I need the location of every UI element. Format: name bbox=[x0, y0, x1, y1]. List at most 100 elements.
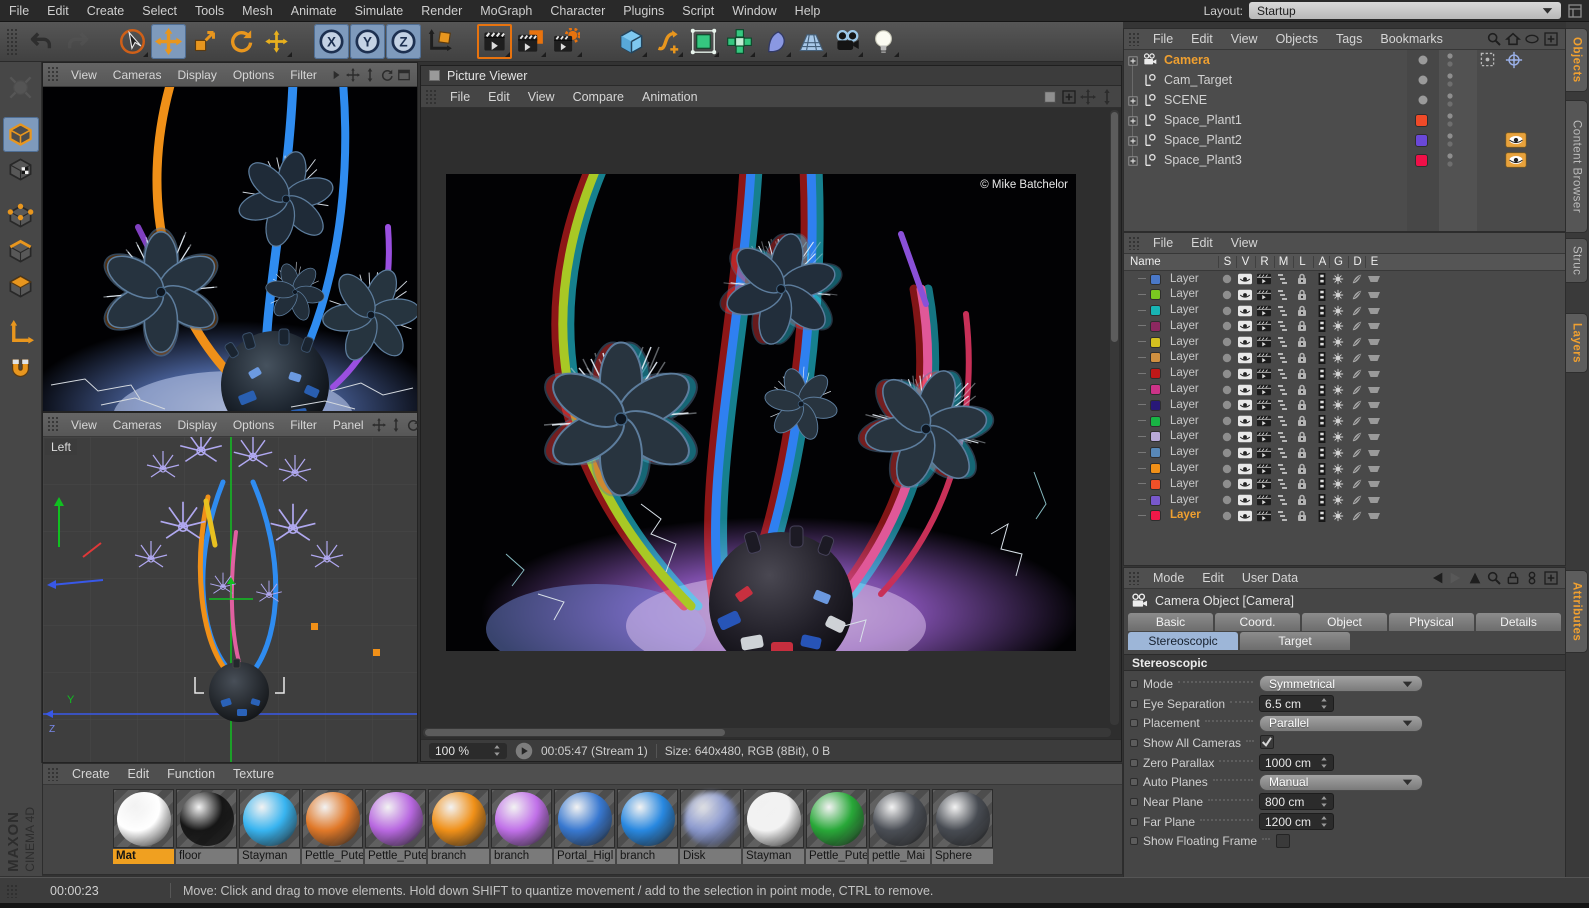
object-row[interactable]: Cam_Target bbox=[1124, 70, 1565, 90]
material-name[interactable]: Portal_Higl bbox=[554, 849, 615, 864]
layer-row[interactable]: Layer bbox=[1124, 318, 1565, 334]
menu-item[interactable]: View bbox=[63, 68, 105, 82]
deformer-icon[interactable] bbox=[1350, 320, 1364, 332]
material-item[interactable]: Portal_Higl bbox=[554, 789, 615, 864]
points-mode-icon[interactable] bbox=[3, 199, 39, 234]
generator-icon[interactable] bbox=[1331, 320, 1345, 332]
move-icon[interactable] bbox=[151, 24, 186, 59]
parameter-port[interactable] bbox=[1130, 680, 1138, 688]
subdivision-surface-icon[interactable] bbox=[686, 24, 721, 59]
layer-name[interactable]: Layer bbox=[1170, 336, 1199, 348]
toggle-view-icon[interactable] bbox=[397, 68, 411, 82]
lock-icon[interactable] bbox=[1295, 273, 1309, 285]
material-thumbnail[interactable] bbox=[743, 789, 804, 848]
deformer-icon[interactable] bbox=[1350, 273, 1364, 285]
generator-icon[interactable] bbox=[1331, 494, 1345, 506]
lock-icon[interactable] bbox=[1295, 320, 1309, 332]
menu-overflow-icon[interactable] bbox=[329, 68, 343, 82]
play-button[interactable] bbox=[515, 742, 533, 760]
layer-color-swatch[interactable] bbox=[1150, 289, 1161, 300]
expression-icon[interactable] bbox=[1367, 431, 1381, 443]
object-row[interactable]: Space_Plant3 bbox=[1124, 150, 1565, 170]
material-thumbnail[interactable] bbox=[428, 789, 489, 848]
render-clap-icon[interactable] bbox=[1257, 478, 1271, 490]
animation-icon[interactable] bbox=[1315, 384, 1329, 396]
render-clap-icon[interactable] bbox=[1257, 320, 1271, 332]
deformer-icon[interactable] bbox=[1350, 305, 1364, 317]
material-name[interactable]: Mat bbox=[113, 849, 174, 864]
menu-item[interactable]: Simulate bbox=[346, 4, 413, 18]
layer-row[interactable]: Layer bbox=[1124, 303, 1565, 319]
filter-eye-icon[interactable] bbox=[1524, 31, 1540, 47]
material-item[interactable]: Sphere bbox=[932, 789, 993, 864]
object-row[interactable]: SCENE bbox=[1124, 90, 1565, 110]
visible-eye-icon[interactable] bbox=[1238, 320, 1252, 332]
menu-item[interactable]: Select bbox=[133, 4, 186, 18]
layer-row[interactable]: Layer bbox=[1124, 350, 1565, 366]
expression-icon[interactable] bbox=[1367, 463, 1381, 475]
column-header[interactable]: L bbox=[1293, 256, 1311, 268]
object-row[interactable]: Space_Plant2 bbox=[1124, 130, 1565, 150]
layer-color-swatch[interactable] bbox=[1150, 479, 1161, 490]
expression-icon[interactable] bbox=[1367, 336, 1381, 348]
render-clap-icon[interactable] bbox=[1257, 336, 1271, 348]
expression-icon[interactable] bbox=[1367, 494, 1381, 506]
material-name[interactable]: Sphere bbox=[932, 849, 993, 864]
layer-row[interactable]: Layer bbox=[1124, 492, 1565, 508]
layer-row[interactable]: Layer bbox=[1124, 508, 1565, 524]
material-item[interactable]: branch bbox=[491, 789, 552, 864]
material-name[interactable]: Stayman bbox=[743, 849, 804, 864]
home-icon[interactable] bbox=[1505, 31, 1521, 47]
manager-icon[interactable] bbox=[1276, 320, 1290, 332]
object-name[interactable]: Camera bbox=[1164, 53, 1210, 67]
model-mode-icon[interactable] bbox=[3, 117, 39, 152]
manager-icon[interactable] bbox=[1276, 494, 1290, 506]
material-name[interactable]: pettle_Mai bbox=[869, 849, 930, 864]
add-icon[interactable] bbox=[1061, 89, 1077, 105]
manager-icon[interactable] bbox=[1276, 431, 1290, 443]
visible-eye-icon[interactable] bbox=[1238, 352, 1252, 364]
deformer-icon[interactable] bbox=[1350, 336, 1364, 348]
name-column-header[interactable]: Name bbox=[1130, 256, 1161, 268]
render-clap-icon[interactable] bbox=[1257, 289, 1271, 301]
panel-grip[interactable] bbox=[6, 884, 18, 898]
panel-grip[interactable] bbox=[47, 767, 59, 781]
manager-icon[interactable] bbox=[1276, 463, 1290, 475]
menu-item[interactable]: Tags bbox=[1327, 32, 1371, 46]
panel-grip[interactable] bbox=[1128, 32, 1140, 46]
lock-icon[interactable] bbox=[1295, 336, 1309, 348]
material-item[interactable]: Disk bbox=[680, 789, 741, 864]
animation-icon[interactable] bbox=[1315, 431, 1329, 443]
lock-icon[interactable] bbox=[1295, 494, 1309, 506]
array-icon[interactable] bbox=[722, 24, 757, 59]
animation-icon[interactable] bbox=[1315, 336, 1329, 348]
material-name[interactable]: Stayman bbox=[239, 849, 300, 864]
viewport2-canvas[interactable]: Left bbox=[43, 437, 417, 762]
panel-tab[interactable]: Content Browser bbox=[1566, 100, 1588, 233]
look-at-camera-tag-icon[interactable] bbox=[1505, 132, 1527, 148]
menu-item[interactable]: Display bbox=[169, 68, 224, 82]
zoom-view-icon[interactable] bbox=[1099, 89, 1115, 105]
expand-icon[interactable] bbox=[1128, 95, 1138, 105]
layer-name[interactable]: Layer bbox=[1170, 399, 1199, 411]
layer-row[interactable]: Layer bbox=[1124, 287, 1565, 303]
expression-icon[interactable] bbox=[1367, 447, 1381, 459]
parameter-port[interactable] bbox=[1130, 798, 1138, 806]
back-icon[interactable] bbox=[1429, 570, 1445, 586]
history-icon[interactable] bbox=[1524, 570, 1540, 586]
add-icon[interactable] bbox=[1543, 570, 1559, 586]
visible-eye-icon[interactable] bbox=[1238, 368, 1252, 380]
layer-row[interactable]: Layer bbox=[1124, 334, 1565, 350]
menu-item[interactable]: File bbox=[1144, 32, 1182, 46]
make-editable-icon[interactable] bbox=[3, 70, 39, 105]
material-thumbnail[interactable] bbox=[617, 789, 678, 848]
column-header[interactable]: S bbox=[1218, 256, 1236, 268]
menu-item[interactable]: Window bbox=[723, 4, 785, 18]
lock-icon[interactable] bbox=[1295, 415, 1309, 427]
vertical-scrollbar[interactable] bbox=[1110, 110, 1119, 725]
generator-icon[interactable] bbox=[1331, 384, 1345, 396]
layer-name[interactable]: Layer bbox=[1170, 478, 1199, 490]
animation-icon[interactable] bbox=[1315, 289, 1329, 301]
parameter-port[interactable] bbox=[1130, 719, 1138, 727]
attribute-tab[interactable]: Coord. bbox=[1215, 613, 1300, 631]
